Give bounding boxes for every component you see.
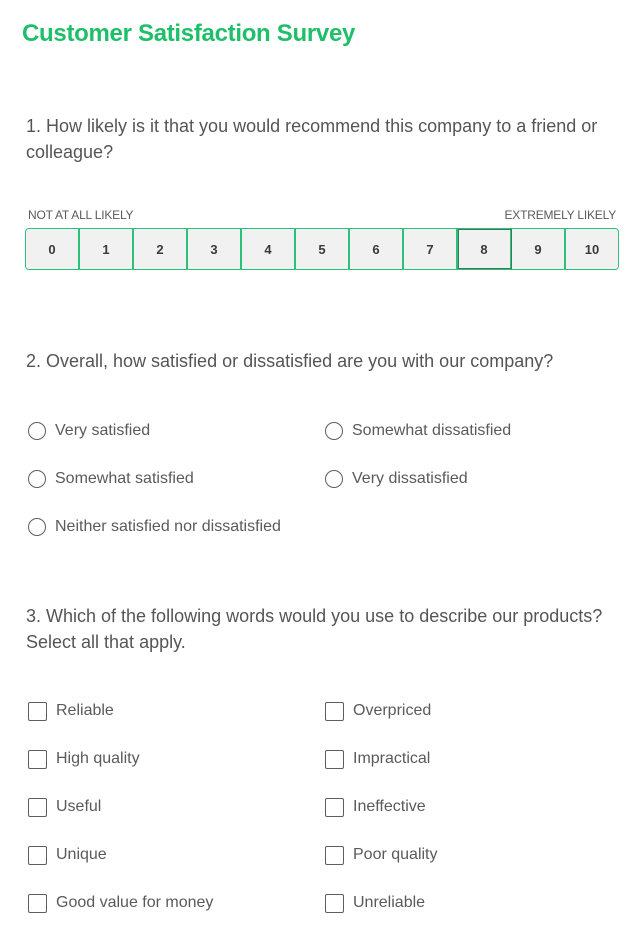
radio-option-somewhat-satisfied[interactable]: Somewhat satisfied bbox=[28, 455, 325, 503]
radio-button-icon[interactable] bbox=[28, 422, 46, 440]
radio-option-label: Neither satisfied nor dissatisfied bbox=[55, 518, 281, 535]
checkbox-icon[interactable] bbox=[28, 797, 47, 817]
radio-option-very-satisfied[interactable]: Very satisfied bbox=[28, 407, 325, 455]
checkbox-icon[interactable] bbox=[325, 797, 344, 817]
radio-button-icon[interactable] bbox=[28, 470, 46, 488]
checkbox-option-label: Impractical bbox=[353, 750, 431, 767]
checkbox-option-label: Reliable bbox=[56, 702, 114, 719]
nps-option-4[interactable]: 4 bbox=[242, 229, 296, 269]
checkbox-icon[interactable] bbox=[325, 845, 344, 865]
nps-option-3[interactable]: 3 bbox=[188, 229, 242, 269]
checkbox-option-overpriced[interactable]: Overpriced bbox=[325, 687, 622, 735]
checkbox-icon[interactable] bbox=[325, 701, 344, 721]
nps-option-0[interactable]: 0 bbox=[26, 229, 80, 269]
checkbox-option-high-quality[interactable]: High quality bbox=[28, 735, 325, 783]
satisfaction-radio-group: Very satisfied Somewhat dissatisfied Som… bbox=[28, 407, 628, 551]
checkbox-option-impractical[interactable]: Impractical bbox=[325, 735, 622, 783]
nps-option-5[interactable]: 5 bbox=[296, 229, 350, 269]
radio-button-icon[interactable] bbox=[325, 470, 343, 488]
checkbox-icon[interactable] bbox=[28, 845, 47, 865]
nps-option-8[interactable]: 8 bbox=[458, 229, 512, 269]
nps-scale: 0 1 2 3 4 5 6 7 8 9 10 bbox=[25, 228, 619, 270]
checkbox-option-label: Unique bbox=[56, 846, 107, 863]
checkbox-option-useful[interactable]: Useful bbox=[28, 783, 325, 831]
survey-title: Customer Satisfaction Survey bbox=[22, 20, 356, 47]
radio-button-icon[interactable] bbox=[28, 518, 46, 536]
product-words-checkbox-group: Reliable Overpriced High quality Impract… bbox=[28, 687, 628, 927]
checkbox-option-label: Ineffective bbox=[353, 798, 426, 815]
question-1-text: 1. How likely is it that you would recom… bbox=[26, 116, 598, 162]
checkbox-option-label: Unreliable bbox=[353, 894, 426, 911]
nps-option-1[interactable]: 1 bbox=[80, 229, 134, 269]
radio-option-somewhat-dissatisfied[interactable]: Somewhat dissatisfied bbox=[325, 407, 622, 455]
nps-option-7[interactable]: 7 bbox=[404, 229, 458, 269]
nps-option-9[interactable]: 9 bbox=[512, 229, 566, 269]
nps-option-10[interactable]: 10 bbox=[566, 229, 618, 269]
nps-option-6[interactable]: 6 bbox=[350, 229, 404, 269]
radio-option-very-dissatisfied[interactable]: Very dissatisfied bbox=[325, 455, 622, 503]
checkbox-option-ineffective[interactable]: Ineffective bbox=[325, 783, 622, 831]
checkbox-option-poor-quality[interactable]: Poor quality bbox=[325, 831, 622, 879]
checkbox-icon[interactable] bbox=[28, 893, 47, 913]
radio-option-label: Somewhat dissatisfied bbox=[352, 422, 512, 439]
nps-high-label: EXTREMELY LIKELY bbox=[504, 208, 616, 222]
checkbox-option-label: High quality bbox=[56, 750, 140, 767]
checkbox-icon[interactable] bbox=[325, 749, 344, 769]
nps-scale-labels: NOT AT ALL LIKELY EXTREMELY LIKELY bbox=[28, 208, 616, 222]
radio-option-label: Very dissatisfied bbox=[352, 470, 468, 487]
checkbox-option-label: Overpriced bbox=[353, 702, 432, 719]
question-2-text: 2. Overall, how satisfied or dissatisfie… bbox=[26, 351, 554, 371]
question-3-text: 3. Which of the following words would yo… bbox=[26, 606, 603, 652]
checkbox-option-reliable[interactable]: Reliable bbox=[28, 687, 325, 735]
checkbox-option-label: Good value for money bbox=[56, 894, 214, 911]
checkbox-option-label: Poor quality bbox=[353, 846, 438, 863]
radio-button-icon[interactable] bbox=[325, 422, 343, 440]
radio-option-label: Somewhat satisfied bbox=[55, 470, 194, 487]
checkbox-option-unreliable[interactable]: Unreliable bbox=[325, 879, 622, 927]
nps-low-label: NOT AT ALL LIKELY bbox=[28, 208, 134, 222]
checkbox-option-unique[interactable]: Unique bbox=[28, 831, 325, 879]
checkbox-icon[interactable] bbox=[28, 749, 47, 769]
checkbox-option-label: Useful bbox=[56, 798, 102, 815]
nps-option-2[interactable]: 2 bbox=[134, 229, 188, 269]
radio-option-neither[interactable]: Neither satisfied nor dissatisfied bbox=[28, 503, 325, 551]
checkbox-icon[interactable] bbox=[325, 893, 344, 913]
checkbox-icon[interactable] bbox=[28, 701, 47, 721]
checkbox-option-good-value[interactable]: Good value for money bbox=[28, 879, 325, 927]
radio-option-label: Very satisfied bbox=[55, 422, 151, 439]
